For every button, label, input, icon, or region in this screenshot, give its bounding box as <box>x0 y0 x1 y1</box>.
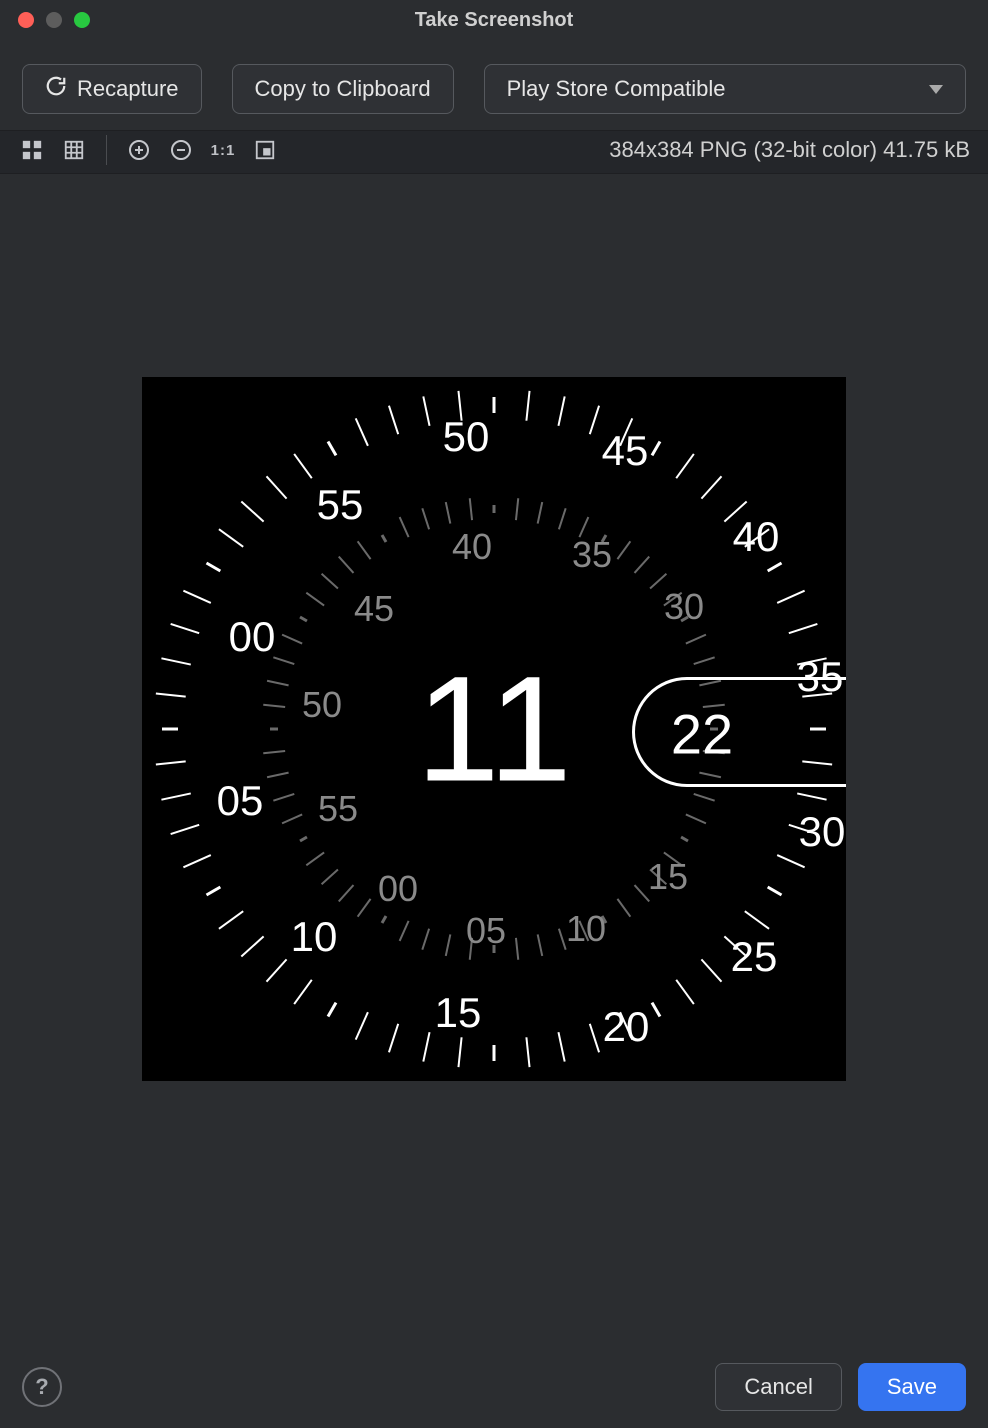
inner-scale-number: 00 <box>378 868 418 910</box>
selected-second-display: 22 <box>671 702 733 767</box>
copy-clipboard-label: Copy to Clipboard <box>255 76 431 102</box>
zoom-in-icon[interactable] <box>125 136 153 164</box>
outer-scale-number: 20 <box>603 1003 650 1051</box>
inner-scale-number: 05 <box>466 910 506 952</box>
help-button[interactable]: ? <box>22 1367 62 1407</box>
outer-scale-number: 40 <box>733 513 780 561</box>
recapture-button[interactable]: Recapture <box>22 64 202 114</box>
outer-scale-number: 55 <box>317 481 364 529</box>
inner-scale-number: 30 <box>664 586 704 628</box>
chevron-down-icon <box>929 85 943 94</box>
framing-select[interactable]: Play Store Compatible <box>484 64 966 114</box>
inner-scale-number: 15 <box>648 856 688 898</box>
outer-scale-number: 25 <box>731 933 778 981</box>
copy-clipboard-button[interactable]: Copy to Clipboard <box>232 64 454 114</box>
framing-select-value: Play Store Compatible <box>507 76 726 102</box>
outer-scale-number: 50 <box>443 413 490 461</box>
outer-scale-number: 15 <box>435 989 482 1037</box>
inner-scale-number: 10 <box>566 908 606 950</box>
window-title: Take Screenshot <box>0 9 988 32</box>
outer-scale-number: 10 <box>291 913 338 961</box>
zoom-actual-button[interactable]: 1:1 <box>209 136 237 164</box>
recapture-label: Recapture <box>77 76 179 102</box>
grid-icon[interactable] <box>60 136 88 164</box>
fit-screen-icon[interactable] <box>18 136 46 164</box>
zoom-out-icon[interactable] <box>167 136 195 164</box>
image-info-text: 384x384 PNG (32-bit color) 41.75 kB <box>609 137 970 163</box>
inner-scale-number: 35 <box>572 534 612 576</box>
outer-scale-number: 05 <box>217 777 264 825</box>
cancel-button[interactable]: Cancel <box>715 1363 841 1411</box>
hour-display: 11 <box>416 643 572 816</box>
fit-window-icon[interactable] <box>251 136 279 164</box>
watchface-preview: 504540353025201510050055 403530455055000… <box>142 377 846 1081</box>
inner-scale-number: 45 <box>354 588 394 630</box>
toolbar-divider <box>106 135 107 165</box>
save-button[interactable]: Save <box>858 1363 966 1411</box>
preview-canvas[interactable]: 504540353025201510050055 403530455055000… <box>0 174 988 1284</box>
outer-scale-number: 45 <box>602 427 649 475</box>
inner-scale-number: 55 <box>318 788 358 830</box>
refresh-icon <box>45 75 67 103</box>
outer-scale-number: 00 <box>229 613 276 661</box>
inner-scale-number: 50 <box>302 684 342 726</box>
inner-scale-number: 40 <box>452 526 492 568</box>
minute-selector-outline <box>632 677 846 787</box>
outer-scale-number: 30 <box>799 808 846 856</box>
